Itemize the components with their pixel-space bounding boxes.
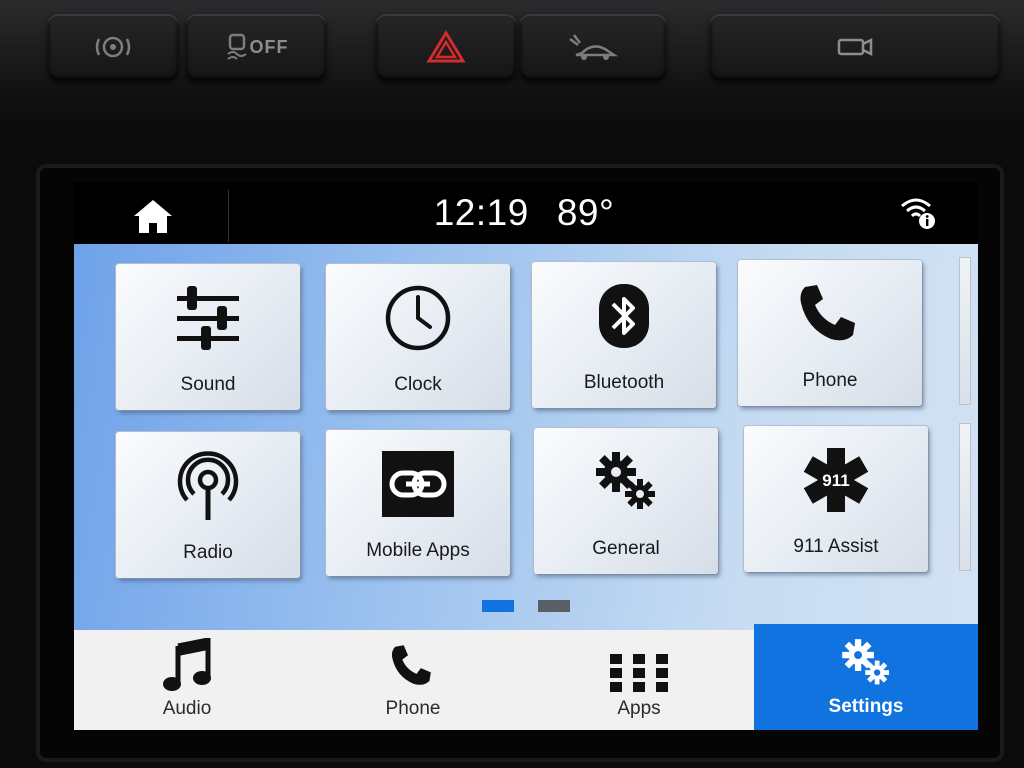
tile-label: Radio: [183, 542, 233, 563]
tile-bluetooth[interactable]: Bluetooth: [532, 262, 716, 408]
camera-button[interactable]: [710, 14, 1000, 80]
tile-label: Mobile Apps: [366, 540, 470, 561]
clock-icon: [385, 285, 451, 351]
page-indicator-1[interactable]: [482, 600, 514, 612]
tile-911-assist[interactable]: 911 911 Assist: [744, 426, 928, 572]
status-bar: 12:19 89°: [74, 182, 978, 244]
nav-audio[interactable]: Audio: [74, 630, 300, 730]
phone-icon: [391, 645, 431, 685]
tile-label: Clock: [394, 374, 442, 395]
nav-label: Phone: [385, 698, 441, 719]
traction-off-button[interactable]: OFF: [186, 14, 326, 80]
hazard-warning-icon: [426, 30, 466, 63]
nav-settings[interactable]: Settings: [754, 624, 978, 730]
music-note-icon: [163, 638, 211, 691]
radio-antenna-icon: [177, 451, 239, 520]
status-divider: [228, 190, 229, 242]
bottom-nav: Audio Phone Apps Settings: [74, 624, 978, 730]
grid-icon: [610, 654, 668, 692]
tile-label: 911 Assist: [793, 536, 879, 557]
phone-icon: [800, 285, 855, 341]
outside-temperature: 89°: [556, 192, 615, 233]
nav-phone[interactable]: Phone: [300, 630, 526, 730]
infotainment-screen: 12:19 89° Sound Clock Bluetooth Phone Ra…: [74, 182, 978, 730]
sliders-icon: [177, 286, 239, 350]
next-page-tile-edge: [960, 424, 970, 570]
tile-label: General: [592, 538, 660, 559]
tile-clock[interactable]: Clock: [326, 264, 510, 410]
parking-assist-icon: [569, 34, 619, 60]
tile-general[interactable]: General: [534, 428, 718, 574]
bluetooth-icon: [599, 284, 649, 348]
star-of-life-icon: 911: [803, 448, 869, 512]
wifi-info-icon: [901, 198, 935, 229]
tile-phone[interactable]: Phone: [738, 260, 922, 406]
nav-label: Settings: [828, 696, 904, 717]
parking-assist-button[interactable]: [520, 14, 666, 80]
settings-grid: Sound Clock Bluetooth Phone Radio Mobile…: [74, 244, 978, 630]
hazard-button[interactable]: [376, 14, 516, 80]
traction-control-button[interactable]: [48, 14, 178, 80]
traction-control-icon: [95, 36, 131, 58]
dashboard-panel: OFF: [0, 0, 1024, 120]
page-indicator-2[interactable]: [538, 600, 570, 612]
911-badge: 911: [822, 471, 849, 490]
tile-sound[interactable]: Sound: [116, 264, 300, 410]
tile-label: Sound: [180, 374, 236, 395]
home-icon: [134, 200, 172, 233]
traction-off-label: OFF: [249, 36, 289, 57]
tile-radio[interactable]: Radio: [116, 432, 300, 578]
tile-label: Phone: [802, 370, 858, 391]
tile-mobile-apps[interactable]: Mobile Apps: [326, 430, 510, 576]
link-icon: [382, 451, 454, 517]
status-readout: 12:19 89°: [404, 192, 644, 234]
traction-off-icon: [226, 33, 247, 60]
camera-icon: [837, 37, 873, 57]
wifi-status-button[interactable]: [894, 190, 942, 234]
next-page-tile-edge: [960, 258, 970, 404]
nav-label: Audio: [162, 698, 212, 719]
tile-label: Bluetooth: [583, 372, 665, 393]
nav-apps[interactable]: Apps: [526, 630, 752, 730]
home-button[interactable]: [128, 194, 178, 238]
gears-icon: [596, 452, 655, 509]
clock-time: 12:19: [433, 192, 529, 233]
gears-icon: [842, 639, 890, 685]
nav-label: Apps: [617, 698, 661, 719]
